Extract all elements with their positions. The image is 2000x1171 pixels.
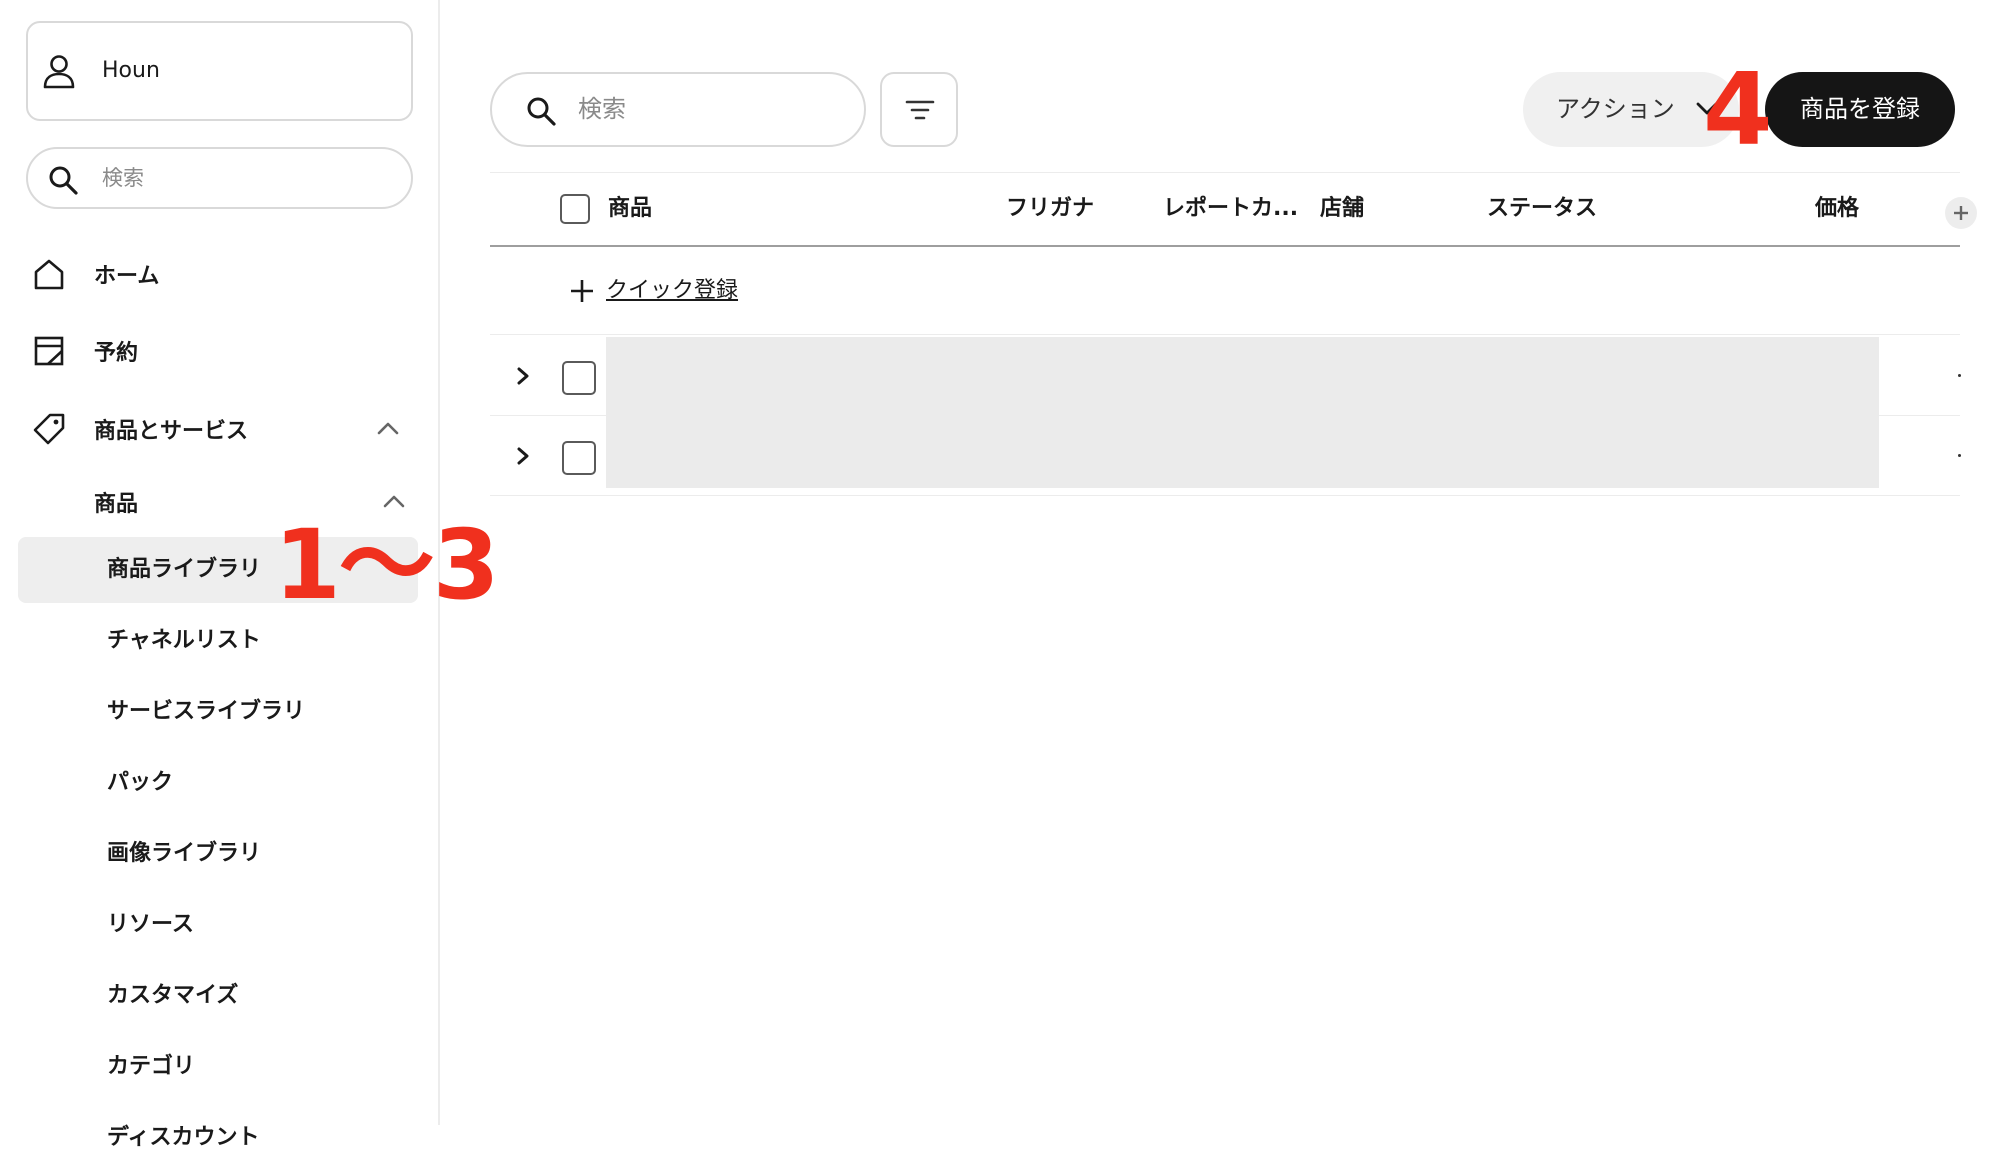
column-header-item[interactable]: 商品 <box>608 172 652 245</box>
sidebar-item-bookings[interactable]: 予約 <box>18 320 418 382</box>
column-header-location[interactable]: 店舗 <box>1320 172 1364 245</box>
column-header-status[interactable]: ステータス <box>1487 172 1597 245</box>
column-header-reporting-category[interactable]: レポートカ... <box>1163 172 1298 245</box>
sidebar-item-label: ホーム <box>94 264 160 289</box>
chevron-up-icon[interactable] <box>382 491 406 511</box>
row-more-indicator[interactable] <box>1958 454 1961 457</box>
create-item-label: 商品を登録 <box>1800 95 1920 123</box>
sidebar-item-service-library[interactable]: サービスライブラリ <box>18 679 418 745</box>
search-icon <box>527 97 556 126</box>
chevron-right-icon[interactable] <box>516 366 530 386</box>
calendar-icon <box>34 336 64 366</box>
sidebar-search-input[interactable]: 検索 <box>26 147 413 209</box>
sidebar-item-label: チャネルリスト <box>107 628 261 653</box>
sidebar-item-label: 予約 <box>94 341 139 366</box>
redacted-rows-overlay <box>606 337 1879 488</box>
sidebar-item-label: 画像ライブラリ <box>107 841 262 866</box>
column-header-price[interactable]: 価格 <box>1815 172 1859 245</box>
quick-add-link[interactable]: クイック登録 <box>606 247 738 335</box>
sidebar-item-label: カテゴリ <box>107 1054 196 1079</box>
sidebar-search-placeholder: 検索 <box>102 166 144 190</box>
sidebar-item-home[interactable]: ホーム <box>18 243 418 305</box>
create-item-button[interactable]: 商品を登録 <box>1765 72 1955 147</box>
sidebar-item-image-library[interactable]: 画像ライブラリ <box>18 821 418 887</box>
sidebar-item-label: ディスカウント <box>107 1125 260 1150</box>
annotation-steps-1-3: 1〜3 <box>274 509 500 621</box>
sidebar-item-packs[interactable]: パック <box>18 750 418 816</box>
filter-button[interactable] <box>880 72 958 147</box>
sidebar-item-discounts[interactable]: ディスカウント <box>18 1105 418 1171</box>
plus-icon <box>1954 206 1968 220</box>
row-checkbox[interactable] <box>562 441 596 475</box>
row-checkbox[interactable] <box>562 361 596 395</box>
sidebar-item-label: カスタマイズ <box>107 983 239 1008</box>
search-icon <box>49 166 78 195</box>
sidebar-item-label: サービスライブラリ <box>107 699 306 724</box>
account-name: Houn <box>102 58 160 83</box>
user-icon <box>43 55 75 89</box>
search-input[interactable]: 検索 <box>490 72 866 147</box>
sidebar-item-resources[interactable]: リソース <box>18 892 418 958</box>
search-placeholder: 検索 <box>578 95 626 123</box>
sidebar-item-label: パック <box>107 770 174 795</box>
sidebar-item-items-services[interactable]: 商品とサービス <box>18 398 418 460</box>
sidebar-item-label: 商品とサービス <box>94 419 249 444</box>
column-header-kana[interactable]: フリガナ <box>1006 172 1094 245</box>
sidebar-item-label: 商品ライブラリ <box>107 557 262 582</box>
account-switcher[interactable]: Houn <box>26 21 413 121</box>
plus-icon <box>571 280 593 302</box>
chevron-up-icon[interactable] <box>376 418 400 438</box>
quick-add-row[interactable]: クイック登録 <box>490 247 1960 335</box>
select-all-checkbox[interactable] <box>560 194 590 224</box>
actions-label: アクション <box>1556 95 1675 123</box>
annotation-step-4: 4 <box>1703 51 1773 168</box>
sidebar-item-categories[interactable]: カテゴリ <box>18 1034 418 1100</box>
tag-icon <box>33 413 65 445</box>
sidebar-section-label: 商品 <box>94 492 139 517</box>
filter-icon <box>905 100 935 120</box>
sidebar-item-customize[interactable]: カスタマイズ <box>18 963 418 1029</box>
add-column-button[interactable] <box>1945 197 1977 229</box>
sidebar-item-label: リソース <box>107 912 194 937</box>
home-icon <box>34 259 64 290</box>
chevron-right-icon[interactable] <box>516 446 530 466</box>
row-more-indicator[interactable] <box>1958 374 1961 377</box>
